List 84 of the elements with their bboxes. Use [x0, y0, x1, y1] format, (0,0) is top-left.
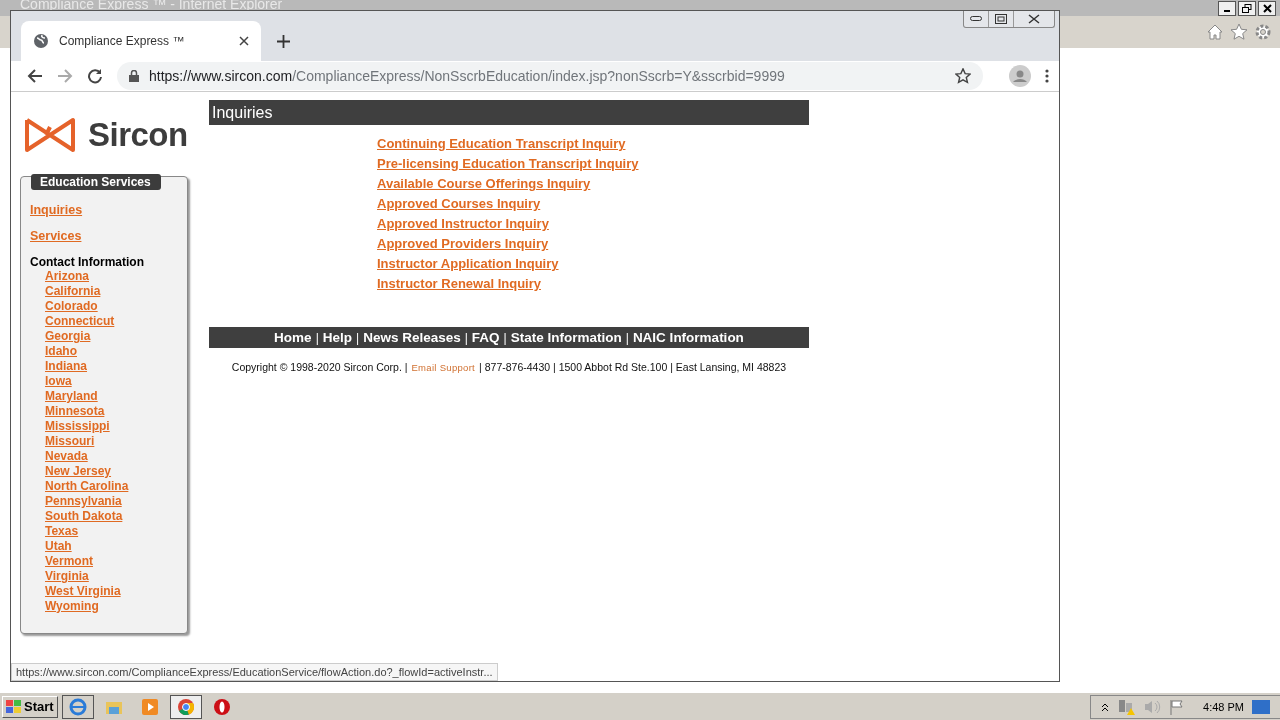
close-icon [1262, 3, 1272, 13]
nav-separator: | [503, 330, 507, 345]
nav-link[interactable]: Home [274, 330, 312, 345]
state-link[interactable]: New Jersey [45, 464, 112, 479]
state-link[interactable]: Georgia [45, 329, 91, 344]
panel-title: Education Services [31, 174, 161, 190]
state-link[interactable]: Arizona [45, 269, 89, 284]
state-link[interactable]: Minnesota [45, 404, 105, 419]
state-link[interactable]: Connecticut [45, 314, 115, 329]
show-desktop-icon[interactable] [1252, 699, 1270, 714]
clock: 4:48 PM [1203, 700, 1244, 713]
email-link[interactable]: Email Support [411, 361, 476, 373]
minimize-button[interactable] [1218, 0, 1236, 16]
restore-icon [995, 14, 1007, 24]
restore-icon [1242, 3, 1252, 13]
state-link[interactable]: California [45, 284, 101, 299]
inquiry-link[interactable]: Continuing Education Transcript Inquiry [377, 136, 626, 152]
nav-link[interactable]: FAQ [471, 330, 500, 345]
state-link[interactable]: North Carolina [45, 479, 129, 494]
state-link[interactable]: Virginia [45, 569, 89, 584]
state-link[interactable]: Maryland [45, 389, 98, 404]
reload-icon[interactable] [87, 68, 103, 84]
contact-text: | 877-876-4430 | 1500 Abbot Rd Ste.100 | East Lansing, MI 48823 [479, 361, 787, 373]
state-link[interactable]: Nevada [45, 449, 88, 464]
inquiry-link[interactable]: Approved Providers Inquiry [377, 236, 549, 252]
nav-link[interactable]: News Releases [363, 330, 461, 345]
browser-icon[interactable] [61, 694, 94, 719]
inquiry-link[interactable]: Instructor Renewal Inquiry [377, 276, 541, 292]
restore-button[interactable] [1238, 0, 1256, 16]
copyright-text: Copyright © 1998-2020 Sircon Corp. | [231, 361, 408, 373]
browser-tab[interactable]: Compliance Express ™ [21, 21, 261, 61]
settings-icon[interactable] [1254, 23, 1272, 41]
inquiry-link[interactable]: Pre-licensing Education Transcript Inquiry [377, 156, 639, 172]
state-link[interactable]: Indiana [45, 359, 87, 374]
tab-title: Compliance Express ™ [59, 34, 186, 48]
state-link[interactable]: Wyoming [45, 599, 99, 614]
status-bubble: https://www.sircon.com/ComplianceExpress/EducationService/flowAction.do?_flowId=activeInstr... [11, 663, 498, 681]
state-link[interactable]: Mississippi [45, 419, 110, 434]
chevron-icon[interactable] [1101, 701, 1110, 712]
state-link[interactable]: Iowa [45, 374, 72, 389]
inquiry-link[interactable]: Available Course Offerings Inquiry [377, 176, 591, 192]
state-link[interactable]: Idaho [45, 344, 77, 359]
nav-link[interactable]: State Information [510, 330, 622, 345]
nav-separator: | [356, 330, 360, 345]
nav-separator: | [625, 330, 629, 345]
state-link[interactable]: Utah [45, 539, 72, 554]
minimize-icon [970, 16, 982, 22]
star-icon[interactable] [955, 68, 971, 84]
nav-separator: | [315, 330, 319, 345]
inquiry-link[interactable]: Approved Courses Inquiry [377, 196, 541, 212]
close-icon[interactable] [239, 36, 249, 46]
logo-text: Sircon [88, 116, 188, 154]
back-icon[interactable] [27, 68, 43, 84]
state-link[interactable]: South Dakota [45, 509, 123, 524]
globe-icon [33, 33, 49, 49]
nav-link[interactable]: NAIC Information [632, 330, 744, 345]
flag-icon[interactable] [1169, 698, 1186, 715]
star-icon[interactable] [1230, 23, 1248, 41]
sidebar-link[interactable]: Inquiries [30, 203, 83, 217]
state-link[interactable]: Vermont [45, 554, 93, 569]
start-button[interactable]: Start [2, 695, 58, 718]
menu-icon[interactable] [1045, 69, 1049, 83]
chrome-icon[interactable] [169, 694, 202, 719]
state-link[interactable]: Missouri [45, 434, 95, 449]
state-link[interactable]: West Virginia [45, 584, 121, 599]
section-title: Inquiries [209, 100, 809, 125]
sidebar-link[interactable]: Services [30, 229, 82, 243]
address-bar[interactable]: https://www.sircon.com/ComplianceExpress/NonSscrbEducation/index.jsp?nonSscrb=Y&sscrbid=9999 [117, 62, 983, 90]
inquiry-link[interactable]: Instructor Application Inquiry [377, 256, 559, 272]
logo-icon [24, 117, 76, 153]
home-icon[interactable] [1206, 23, 1224, 41]
state-link[interactable]: Texas [45, 524, 79, 539]
avatar-icon[interactable] [1009, 65, 1031, 87]
state-link[interactable]: Pennsylvania [45, 494, 122, 509]
windows-logo-icon [6, 699, 22, 714]
nav-link[interactable]: Help [322, 330, 352, 345]
state-link[interactable]: Colorado [45, 299, 98, 314]
close-icon [1028, 14, 1040, 24]
new-tab-icon[interactable] [277, 35, 290, 48]
inquiry-link[interactable]: Approved Instructor Inquiry [377, 216, 549, 232]
close-button[interactable] [1258, 0, 1276, 16]
nav-separator: | [464, 330, 468, 345]
lock-icon [129, 70, 139, 82]
section-heading: Contact Information [30, 255, 144, 269]
